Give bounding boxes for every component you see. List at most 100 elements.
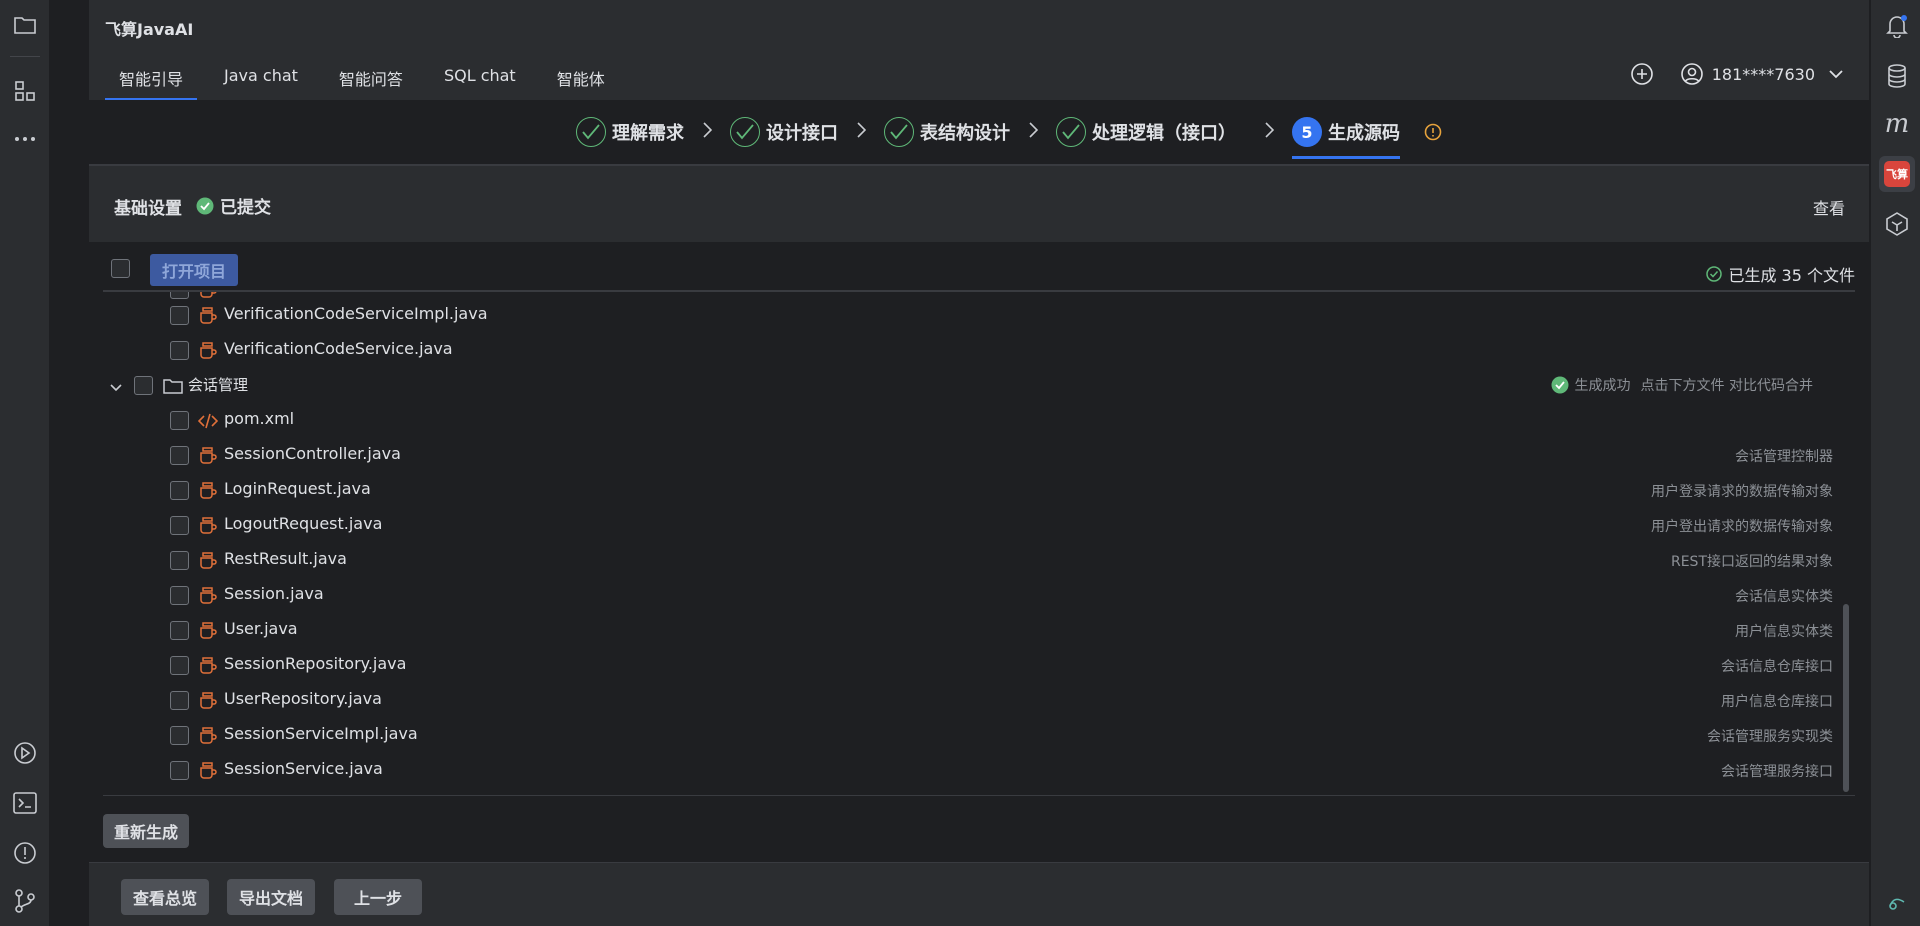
file-row[interactable]: LoginRequest.java 用户登录请求的数据传输对象 <box>103 473 1855 508</box>
step-label: 表结构设计 <box>920 123 1010 144</box>
file-name[interactable]: LoginRequest.java <box>224 479 371 498</box>
file-name[interactable]: SessionServiceImpl.java <box>224 724 418 743</box>
notifications-icon[interactable] <box>1883 12 1911 40</box>
step-generate-source[interactable]: 5 生成源码 <box>1292 99 1400 165</box>
file-row[interactable]: SessionRepository.java 会话信息仓库接口 <box>103 648 1855 683</box>
file-row[interactable]: VerificationCodeService.java <box>103 333 1855 368</box>
file-row[interactable]: SessionServiceImpl.java 会话管理服务实现类 <box>103 718 1855 753</box>
git-icon[interactable] <box>12 888 38 914</box>
footer-actions: 查看总览 导出文档 上一步 <box>89 862 1869 926</box>
file-checkbox[interactable] <box>170 621 189 640</box>
basic-settings-row: 基础设置 已提交 查看 <box>89 168 1869 242</box>
file-checkbox[interactable] <box>170 586 189 605</box>
terminal-icon[interactable] <box>12 790 38 816</box>
folder-icon <box>163 376 183 396</box>
file-description: 会话信息实体类 <box>1735 589 1833 605</box>
basic-settings-title: 基础设置 <box>114 199 182 219</box>
export-document-button[interactable]: 导出文档 <box>227 879 315 915</box>
file-row[interactable]: UserRepository.java 用户信息仓库接口 <box>103 683 1855 718</box>
previous-step-button[interactable]: 上一步 <box>334 879 422 915</box>
file-description: 会话管理服务接口 <box>1721 764 1833 780</box>
chevron-down-icon[interactable] <box>109 378 123 397</box>
file-checkbox[interactable] <box>170 656 189 675</box>
view-button[interactable]: 查看 <box>1813 195 1845 219</box>
step-understand-requirements[interactable]: 理解需求 <box>576 99 684 165</box>
ai-status-icon[interactable] <box>1883 888 1911 916</box>
file-row[interactable]: User.java 用户信息实体类 <box>103 613 1855 648</box>
user-avatar-icon[interactable] <box>1680 62 1704 86</box>
user-name[interactable]: 181****7630 <box>1712 65 1815 84</box>
file-row[interactable]: LogoutRequest.java 用户登出请求的数据传输对象 <box>103 508 1855 543</box>
file-row[interactable]: RestResult.java REST接口返回的结果对象 <box>103 543 1855 578</box>
java-file-icon <box>198 446 218 466</box>
file-row[interactable]: SessionService.java 会话管理服务接口 <box>103 753 1855 788</box>
file-name[interactable]: User.java <box>224 619 298 638</box>
group-row[interactable]: 会话管理 生成成功 点击下方文件 对比代码合并 <box>103 368 1855 403</box>
chevron-down-icon[interactable] <box>1829 69 1843 79</box>
file-description: 用户信息仓库接口 <box>1721 694 1833 710</box>
file-name[interactable]: SessionService.java <box>224 759 383 778</box>
check-icon <box>576 117 606 147</box>
file-checkbox[interactable] <box>170 411 189 430</box>
java-file-icon <box>198 481 218 501</box>
step-process-logic[interactable]: 处理逻辑（接口） <box>1056 99 1236 165</box>
group-name[interactable]: 会话管理 <box>188 374 248 395</box>
tab-smart-qa[interactable]: 智能问答 <box>325 58 417 102</box>
file-name[interactable]: pom.xml <box>224 409 294 428</box>
file-name[interactable]: SessionRepository.java <box>224 654 406 673</box>
file-checkbox[interactable] <box>170 516 189 535</box>
tab-agent[interactable]: 智能体 <box>543 58 619 102</box>
file-checkbox[interactable] <box>170 481 189 500</box>
divider <box>10 56 40 57</box>
file-name[interactable]: VerificationCodeServiceImpl.java <box>224 304 488 323</box>
more-icon[interactable] <box>12 126 38 152</box>
group-hint: 点击下方文件 对比代码合并 <box>1640 378 1813 394</box>
file-name[interactable]: VerificationCodeService.java <box>224 339 453 358</box>
file-row[interactable]: pom.xml <box>103 403 1855 438</box>
add-icon[interactable] <box>1630 62 1654 86</box>
file-name[interactable]: LogoutRequest.java <box>224 514 382 533</box>
tab-java-chat[interactable]: Java chat <box>210 58 312 102</box>
file-checkbox[interactable] <box>170 306 189 325</box>
file-checkbox[interactable] <box>170 761 189 780</box>
scrollbar-thumb[interactable] <box>1843 604 1849 792</box>
tab-sql-chat[interactable]: SQL chat <box>430 58 530 102</box>
check-icon <box>730 117 760 147</box>
java-file-icon <box>198 656 218 676</box>
file-checkbox[interactable] <box>170 726 189 745</box>
folder-icon[interactable] <box>12 12 38 38</box>
file-row[interactable]: VerificationCodeServiceImpl.java <box>103 298 1855 333</box>
view-overview-button[interactable]: 查看总览 <box>121 879 209 915</box>
step-number: 5 <box>1292 117 1322 147</box>
run-icon[interactable] <box>12 740 38 766</box>
group-status: 生成成功 点击下方文件 对比代码合并 <box>1551 375 1813 395</box>
file-checkbox[interactable] <box>170 341 189 360</box>
ai-assistant-icon[interactable] <box>1883 210 1911 238</box>
tab-smart-guide[interactable]: 智能引导 <box>105 58 198 102</box>
database-icon[interactable] <box>1883 62 1911 90</box>
step-design-api[interactable]: 设计接口 <box>730 99 838 165</box>
feisuan-icon[interactable]: 飞算 <box>1879 156 1915 192</box>
file-name[interactable]: SessionController.java <box>224 444 401 463</box>
structure-icon[interactable] <box>12 78 38 104</box>
maven-icon[interactable]: m <box>1883 109 1911 139</box>
file-name[interactable]: RestResult.java <box>224 549 347 568</box>
regenerate-button[interactable]: 重新生成 <box>103 814 189 848</box>
file-description: 用户登录请求的数据传输对象 <box>1651 484 1833 500</box>
file-name[interactable]: UserRepository.java <box>224 689 382 708</box>
select-all-checkbox[interactable] <box>111 259 130 278</box>
file-checkbox[interactable] <box>170 691 189 710</box>
open-project-button[interactable]: 打开项目 <box>150 254 238 286</box>
step-table-design[interactable]: 表结构设计 <box>884 99 1010 165</box>
file-name[interactable]: Session.java <box>224 584 324 603</box>
chevron-right-icon <box>856 122 867 142</box>
file-checkbox[interactable] <box>170 446 189 465</box>
feisuan-logo: 飞算 <box>1884 161 1910 187</box>
group-checkbox[interactable] <box>134 376 153 395</box>
file-checkbox[interactable] <box>170 551 189 570</box>
file-row[interactable]: SessionController.java 会话管理控制器 <box>103 438 1855 473</box>
info-icon[interactable] <box>1424 123 1442 141</box>
problems-icon[interactable] <box>12 840 38 866</box>
file-row[interactable]: Session.java 会话信息实体类 <box>103 578 1855 613</box>
main-tabs: 智能引导 Java chat 智能问答 SQL chat 智能体 <box>105 58 632 102</box>
